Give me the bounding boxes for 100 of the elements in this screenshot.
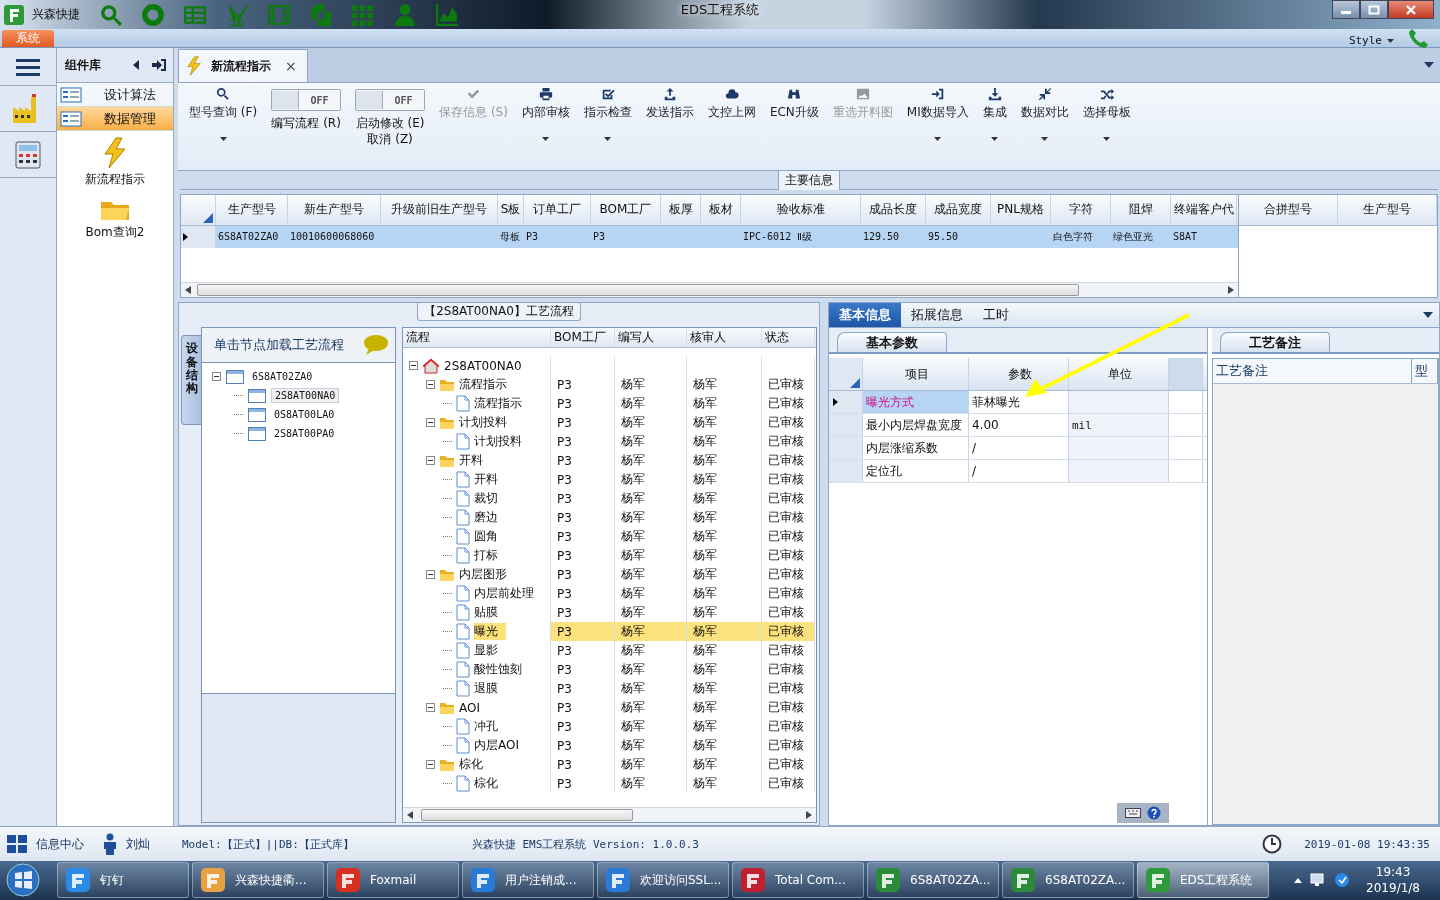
tree-item[interactable]: 打标 (474, 547, 498, 565)
column-header[interactable]: 订单工厂 (524, 194, 591, 225)
tree-item[interactable]: 裁切 (474, 490, 498, 508)
toolbar-button[interactable]: 选择母板 (1075, 87, 1138, 142)
column-header[interactable]: 终端客户代 (1171, 194, 1237, 225)
sidebar-item[interactable]: 数据管理 (57, 107, 173, 132)
dock-icon[interactable] (151, 58, 167, 73)
tree-item[interactable]: 开料 (474, 471, 498, 489)
column-header[interactable]: 新生产型号 (288, 194, 381, 225)
row-header[interactable] (829, 391, 863, 414)
tree-item[interactable]: 圆角 (474, 528, 498, 546)
toggle-switch[interactable]: OFF (355, 89, 426, 112)
column-header[interactable]: 生产型号 (216, 194, 288, 225)
tree-item[interactable]: 冲孔 (474, 718, 498, 736)
sub-tab[interactable]: 工艺备注 (1220, 332, 1330, 353)
collapse-icon[interactable] (426, 418, 435, 428)
toolbar-button[interactable]: MI数据导入 (899, 87, 976, 142)
scrollbar-thumb[interactable] (197, 284, 1079, 297)
column-header[interactable]: S板 (498, 194, 524, 225)
tree-item[interactable]: 2S8AT00NA0 (444, 359, 522, 373)
column-header[interactable]: 项目 (863, 358, 969, 391)
tree-item[interactable]: 2S8AT00PA0 (271, 427, 338, 441)
start-button[interactable] (6, 863, 40, 898)
sidebar-item[interactable]: 设计算法 (57, 83, 173, 108)
scroll-left-icon[interactable] (185, 286, 191, 295)
taskbar-item[interactable]: 用户注销成... (462, 862, 594, 899)
taskbar-item[interactable]: 钉钉 (57, 862, 189, 899)
sidebar-tile[interactable]: 新流程指示 (81, 135, 149, 191)
scroll-left-icon[interactable] (407, 811, 413, 820)
column-header[interactable]: 升级前旧生产型号 (381, 194, 498, 225)
status-text[interactable]: 信息中心 (36, 835, 84, 853)
dropdown-icon[interactable] (1423, 312, 1433, 319)
menu-icon[interactable] (16, 57, 40, 76)
table-row[interactable]: 最小内层焊盘宽度 4.00 mil (829, 414, 1207, 438)
column-header[interactable]: 成品宽度 (926, 194, 991, 225)
tree-item[interactable]: 磨边 (474, 509, 498, 527)
tree-item[interactable]: 6S8AT02ZA0 (249, 370, 316, 384)
phone-icon[interactable] (1408, 27, 1430, 50)
style-dropdown[interactable]: Style (1348, 34, 1394, 48)
grid-icon[interactable] (6, 834, 28, 855)
column-header[interactable]: 验收标准 (741, 194, 861, 225)
column-header[interactable]: PNL规格 (991, 194, 1051, 225)
taskbar-item[interactable]: Foxmail (327, 862, 459, 899)
table-row[interactable]: 6S8AT02ZA0 10010600068060 母板 P3 P3 IPC-6012 Ⅱ级 129.50 95.50 白色字符 绿色亚光 S8AT (181, 225, 1238, 248)
tree-item[interactable]: 内层前处理 (474, 585, 534, 603)
tree-item[interactable]: 显影 (474, 642, 498, 660)
side-tab[interactable]: 设备结构 (181, 335, 201, 426)
close-button[interactable] (1388, 0, 1434, 19)
tab[interactable]: 拓展信息 (901, 303, 973, 328)
collapse-icon[interactable] (212, 372, 221, 382)
column-header[interactable]: 编写人 (615, 328, 687, 348)
toolbar-button[interactable]: 指示检查 (576, 87, 639, 142)
taskbar-item[interactable]: 兴森快捷衢... (192, 862, 324, 899)
tree-item[interactable]: 曝光 (474, 623, 506, 641)
collapse-icon[interactable] (426, 380, 435, 390)
toolbar-button[interactable]: 发送指示 (638, 87, 701, 121)
collapse-icon[interactable] (426, 456, 435, 466)
tree-item[interactable]: 退膜 (474, 680, 498, 698)
toolbar-button[interactable]: 内部审核 (514, 87, 577, 142)
toolbar-button[interactable]: 型号查询 (F) (182, 87, 265, 142)
tree-item[interactable]: 流程指示 (459, 376, 507, 394)
column-header[interactable]: BOM工厂 (591, 194, 661, 225)
shield-icon[interactable] (1334, 872, 1351, 889)
column-header[interactable]: 阻焊 (1111, 194, 1171, 225)
show-hidden-icon[interactable] (1294, 877, 1303, 883)
toolbar-button[interactable]: ECN升级 (762, 87, 826, 121)
column-header[interactable]: 合拼型号 (1239, 194, 1338, 225)
tree-item[interactable]: 内层图形 (459, 566, 507, 584)
calculator-icon[interactable] (13, 139, 43, 170)
collapse-left-icon[interactable] (133, 60, 139, 71)
scrollbar-thumb[interactable] (421, 809, 633, 822)
table-row[interactable]: 内层涨缩系数 / (829, 437, 1207, 461)
taskbar-item[interactable]: Total Com... (732, 862, 864, 899)
row-header[interactable] (181, 225, 216, 248)
table-row[interactable]: 定位孔 / (829, 460, 1207, 484)
column-header[interactable]: BOM工厂 (551, 328, 615, 348)
column-header[interactable]: 板厚 (661, 194, 701, 225)
column-header[interactable]: 字符 (1051, 194, 1111, 225)
taskbar-item[interactable]: 欢迎访问SSL... (597, 862, 729, 899)
taskbar-item[interactable]: 6S8AT02ZA... (867, 862, 999, 899)
help-icon[interactable] (1147, 806, 1161, 821)
tree-item[interactable]: 流程指示 (474, 395, 522, 413)
tab[interactable]: 基本信息 (829, 303, 901, 328)
document-tab[interactable]: 新流程指示 × (178, 49, 308, 83)
maximize-button[interactable] (1360, 0, 1388, 19)
column-header[interactable]: 板材 (701, 194, 741, 225)
scroll-right-icon[interactable] (806, 811, 812, 820)
collapse-icon[interactable] (426, 570, 435, 580)
column-header[interactable]: 成品长度 (861, 194, 926, 225)
tree-item[interactable]: 2S8AT00NA0 (271, 388, 340, 404)
dropdown-icon[interactable] (1424, 62, 1434, 69)
collapse-icon[interactable] (426, 703, 435, 713)
tree-item[interactable]: 棕化 (474, 775, 498, 793)
column-header[interactable]: 生产型号 (1338, 194, 1437, 225)
chart-icon[interactable] (435, 2, 459, 27)
column-header[interactable]: 核审人 (687, 328, 762, 348)
toggle-switch[interactable]: OFF (271, 89, 342, 112)
tree-item[interactable]: 内层AOI (474, 737, 519, 755)
tree-item[interactable]: 0S8AT00LA0 (271, 408, 338, 422)
horizontal-scrollbar[interactable] (403, 807, 816, 823)
